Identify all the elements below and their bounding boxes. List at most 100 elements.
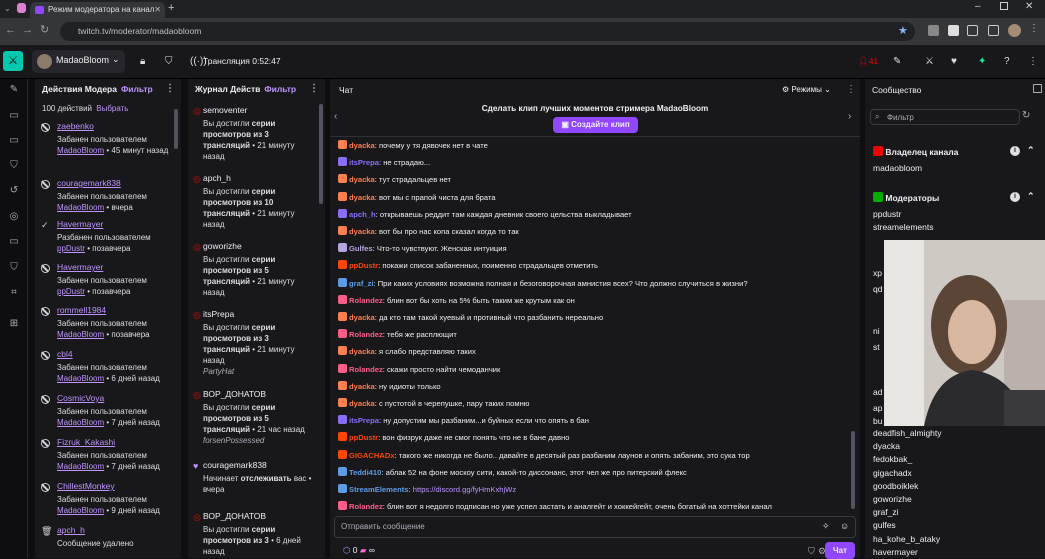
- chat-username[interactable]: dyacka: [349, 227, 375, 236]
- chat-username[interactable]: graf_zi: [349, 279, 373, 288]
- chat-username[interactable]: Rolandez: [349, 502, 383, 511]
- mod-action-user[interactable]: couragemark838: [57, 178, 121, 188]
- shield-icon[interactable]: ⛉: [808, 546, 815, 557]
- user-list-item[interactable]: st: [873, 342, 880, 352]
- mod-action-user[interactable]: CosmicVoya: [57, 393, 104, 403]
- filter-button[interactable]: Фильтр: [121, 84, 153, 94]
- chat-message[interactable]: dyacka: да кто там такой хуевый и против…: [338, 311, 853, 324]
- owner-name[interactable]: madaobloom: [873, 163, 922, 173]
- history-icon[interactable]: ↺: [8, 186, 20, 196]
- back-icon[interactable]: ←: [5, 21, 16, 39]
- chat-username[interactable]: dyacka: [349, 399, 375, 408]
- create-clip-button[interactable]: ▣ Создайте клип: [553, 117, 638, 133]
- user-list-item[interactable]: gigachadx: [873, 468, 912, 478]
- mod-action-user[interactable]: cbl4: [57, 349, 73, 359]
- chat-username[interactable]: Teddi410: [349, 468, 381, 477]
- browser-menu-icon[interactable]: ⋮: [1029, 23, 1039, 34]
- chat-username[interactable]: Rolandez: [349, 365, 383, 374]
- heart-icon[interactable]: ♥: [951, 56, 957, 67]
- channel-selector[interactable]: MadaoBloom ⌄: [32, 50, 125, 73]
- chat-message[interactable]: dyacka: почему у тя дявочек нет в чате: [338, 139, 853, 152]
- moderator-link[interactable]: MadaoBloom: [57, 506, 104, 515]
- chat-message[interactable]: dyacka: вот мы с прапой чиста для брата: [338, 191, 853, 204]
- chat-message[interactable]: graf_zi: При каких условиях возможна пол…: [338, 277, 853, 290]
- user-list-item[interactable]: dyacka: [873, 441, 900, 451]
- user-list-item[interactable]: ni: [873, 326, 880, 336]
- chat-message[interactable]: dyacka: я слабо представляю таких: [338, 345, 853, 358]
- info-icon[interactable]: i: [1010, 146, 1020, 156]
- add-widget-icon[interactable]: ⊞: [8, 319, 20, 329]
- send-chat-button[interactable]: Чат: [825, 542, 855, 559]
- user-list-item[interactable]: bu: [873, 416, 882, 426]
- moderator-link[interactable]: MadaoBloom: [57, 418, 104, 427]
- activity-icon[interactable]: ▭: [8, 136, 20, 146]
- moderator-link[interactable]: MadaoBloom: [57, 203, 104, 212]
- activity-user[interactable]: goworizhe: [203, 241, 242, 251]
- select-button[interactable]: Выбрать: [96, 104, 128, 113]
- user-list-item[interactable]: graf_zi: [873, 507, 899, 517]
- user-list-item[interactable]: ap: [873, 403, 882, 413]
- chat-username[interactable]: dyacka: [349, 382, 375, 391]
- mod-action-user[interactable]: apch_h: [57, 525, 85, 535]
- chat-username[interactable]: ppDustr: [349, 261, 378, 270]
- user-list-item[interactable]: ha_kohe_b_ataky: [873, 534, 940, 544]
- channel-points[interactable]: ⬡ 0 ▰ ∞: [343, 545, 375, 556]
- mod-action-user[interactable]: rommell1984: [57, 305, 106, 315]
- user-list-item[interactable]: goworizhe: [873, 494, 912, 504]
- help-icon[interactable]: ?: [1004, 56, 1010, 67]
- mod-action-user[interactable]: zaebenko: [57, 121, 94, 131]
- close-tab-icon[interactable]: ✕: [154, 2, 161, 18]
- chat-username[interactable]: Gulfes: [349, 244, 373, 253]
- tab-moderator[interactable]: Режим модератора на канал ✕: [30, 2, 165, 18]
- forward-icon[interactable]: →: [22, 21, 33, 39]
- emote-icon[interactable]: ☺: [840, 521, 849, 531]
- chevron-right-icon[interactable]: ›: [848, 111, 851, 122]
- chat-message[interactable]: Rolandez: тебя же расплющит: [338, 328, 853, 341]
- chat-message[interactable]: Teddi410: аблак 52 на фоне москоу сити, …: [338, 466, 853, 479]
- moderator-link[interactable]: MadaoBloom: [57, 374, 104, 383]
- chat-message[interactable]: StreamElements: https://discord.gg/fyHmK…: [338, 483, 853, 496]
- chat-modes[interactable]: ⚙ Режимы ⌄: [782, 85, 831, 94]
- user-list-item[interactable]: ad: [873, 387, 882, 397]
- chat-message[interactable]: GIGACHADx: такого же никогда не было.. д…: [338, 449, 853, 462]
- close-window-icon[interactable]: ✕: [1025, 1, 1033, 12]
- activity-user[interactable]: couragemark838: [203, 460, 267, 470]
- chevron-up-icon[interactable]: ⌃: [1027, 145, 1035, 156]
- moderator-link[interactable]: ppDustr: [57, 287, 85, 296]
- chat-message[interactable]: Gulfes: Что-то чувствуют. Женская интуиц…: [338, 242, 853, 255]
- mod-action-user[interactable]: Havermayer: [57, 262, 103, 272]
- activity-user[interactable]: semoventer: [203, 105, 247, 115]
- scrollbar[interactable]: [319, 104, 323, 204]
- minimize-icon[interactable]: –: [975, 1, 981, 12]
- chat-username[interactable]: dyacka: [349, 313, 375, 322]
- more-icon[interactable]: ⋮: [309, 79, 319, 99]
- user-list-item[interactable]: qd: [873, 284, 882, 294]
- chat-message[interactable]: dyacka: с пустотой в черепушке, пару так…: [338, 397, 853, 410]
- chevron-up-icon[interactable]: ⌃: [1027, 191, 1035, 202]
- pinned-tab-icon[interactable]: [17, 3, 26, 13]
- url-input[interactable]: twitch.tv/moderator/madaobloom: [60, 22, 915, 41]
- chat-username[interactable]: StreamElements: [349, 485, 409, 494]
- chat-username[interactable]: itsPrepa: [349, 158, 379, 167]
- activity-user[interactable]: ВОР_ДОНАТОВ: [203, 389, 266, 399]
- messages-icon[interactable]: ▭: [8, 237, 20, 247]
- chat-message[interactable]: Rolandez: скажи просто найти чемоданчик: [338, 363, 853, 376]
- more-icon[interactable]: ⋮: [1028, 56, 1038, 67]
- chat-message[interactable]: dyacka: ну идиоты только: [338, 380, 853, 393]
- profile-avatar[interactable]: [1008, 24, 1021, 37]
- chat-message[interactable]: itsPrepa: не страдаю...: [338, 156, 853, 169]
- mod-action-user[interactable]: Havermayer: [57, 219, 103, 229]
- maximize-icon[interactable]: [1000, 2, 1008, 10]
- scrollbar[interactable]: [174, 109, 178, 149]
- chat-icon[interactable]: ▭: [8, 111, 20, 121]
- chat-message[interactable]: apch_h: открываешь реддит там каждая дне…: [338, 208, 853, 221]
- shield-icon[interactable]: ⛉: [8, 263, 20, 273]
- chat-message[interactable]: itsPrepa: ну допустим мы разбаним...и бу…: [338, 414, 853, 427]
- refresh-icon[interactable]: ↻: [1022, 110, 1030, 121]
- user-list-item[interactable]: streamelements: [873, 222, 933, 232]
- lock-icon[interactable]: 🔒︎: [140, 56, 145, 67]
- chat-message[interactable]: dyacka: вот бы про нас копа сказал когда…: [338, 225, 853, 238]
- more-icon[interactable]: ⋮: [846, 84, 856, 95]
- user-list-item[interactable]: fedokbak_: [873, 454, 912, 464]
- sparkle-icon[interactable]: ✧: [822, 521, 830, 532]
